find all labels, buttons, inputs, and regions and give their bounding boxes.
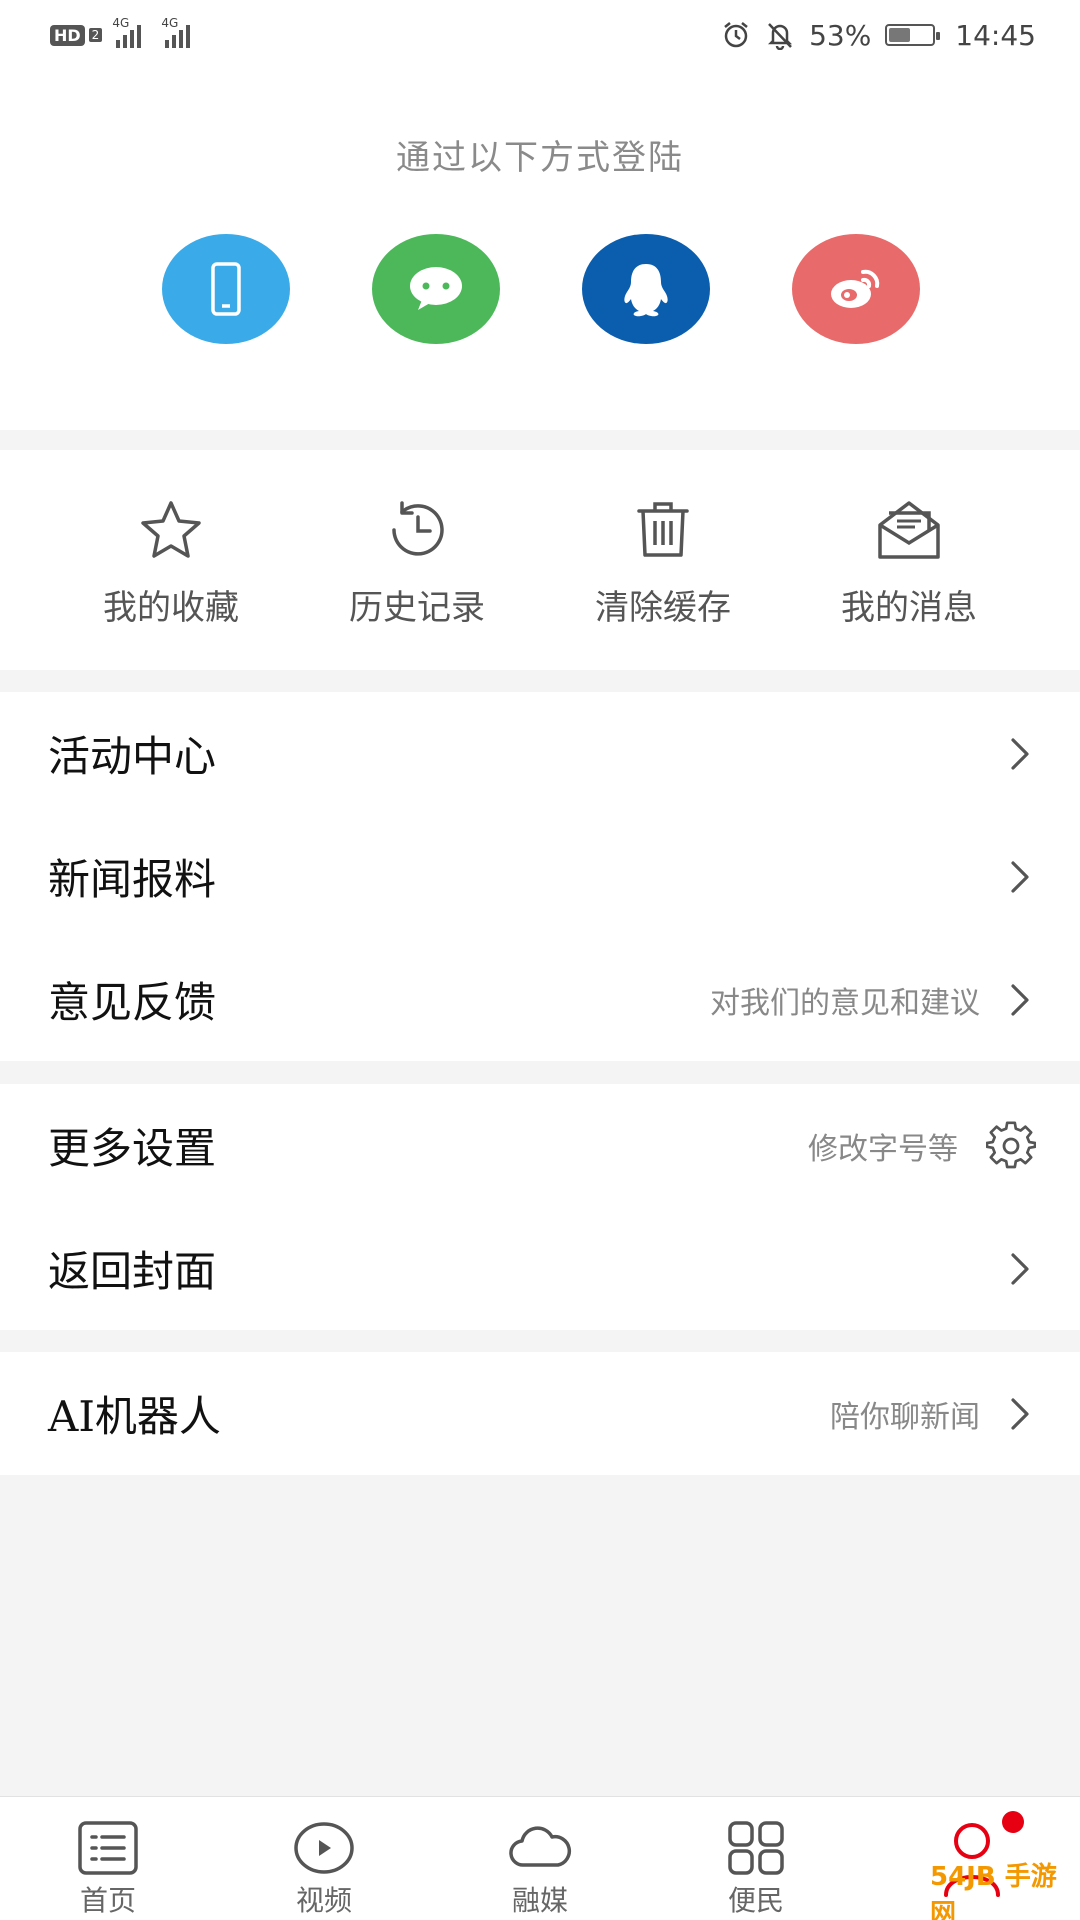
login-weibo-button[interactable]	[792, 234, 920, 344]
menu-title: 意见反馈	[48, 978, 217, 1027]
menu-subtitle: 对我们的意见和建议	[710, 985, 980, 1021]
menu-row-activity-center[interactable]: 活动中心	[0, 692, 1080, 815]
menu-title: 活动中心	[48, 732, 217, 781]
chevron-right-icon	[1008, 1251, 1032, 1287]
clock: 14:45	[955, 18, 1036, 52]
battery-icon	[885, 24, 941, 46]
gear-icon	[985, 1120, 1037, 1171]
battery-fill	[889, 28, 910, 42]
tab-label: 视频	[295, 1884, 352, 1917]
list-icon	[76, 1819, 140, 1877]
phone-icon	[211, 262, 241, 316]
login-title: 通过以下方式登陆	[396, 138, 684, 178]
chevron-right-icon	[1008, 1396, 1032, 1432]
chevron-right-icon	[1008, 982, 1032, 1018]
login-qq-button[interactable]	[582, 234, 710, 344]
tab-home[interactable]: 首页	[0, 1797, 216, 1920]
menu-title: 新闻报料	[48, 855, 217, 904]
play-icon	[292, 1819, 356, 1877]
qq-icon	[624, 264, 668, 317]
tab-services[interactable]: 便民	[648, 1797, 864, 1920]
menu-row-news-tip[interactable]: 新闻报料	[0, 815, 1080, 938]
battery-percent: 53%	[809, 18, 872, 52]
tab-label: 首页	[79, 1884, 136, 1917]
watermark-text: 54JB 手游网	[930, 1862, 1057, 1920]
hd-badge: HD	[50, 24, 85, 46]
menu-row-more-settings[interactable]: 更多设置 修改字号等	[0, 1084, 1080, 1207]
status-right: 53% 14:45	[721, 19, 1036, 52]
wechat-icon	[410, 267, 462, 310]
login-panel: 通过以下方式登陆	[0, 70, 1080, 430]
status-bar: HD 2 4G 4G 53% 14:45	[0, 0, 1080, 70]
signal-icon: 4G	[161, 16, 191, 48]
history-icon	[383, 496, 451, 564]
status-left: HD 2 4G 4G	[50, 16, 191, 48]
sim-number: 2	[88, 28, 103, 42]
watermark: 54JB 手游网	[930, 1862, 1080, 1920]
quick-label: 清除缓存	[595, 588, 731, 628]
quick-label: 历史记录	[349, 588, 485, 628]
menu-row-back-to-cover[interactable]: 返回封面	[0, 1207, 1080, 1330]
quick-favorites[interactable]: 我的收藏	[48, 450, 294, 670]
chevron-right-icon	[1008, 736, 1032, 772]
cloud-icon	[508, 1819, 572, 1877]
menu-group-3: AI机器人 陪你聊新闻	[0, 1352, 1080, 1475]
menu-title: AI机器人	[48, 1392, 221, 1441]
quick-actions: 我的收藏 历史记录 清除缓存 我的消息	[0, 450, 1080, 670]
menu-group-1: 活动中心 新闻报料 意见反馈 对我们的意见和建议	[0, 692, 1080, 1061]
tab-video[interactable]: 视频	[216, 1797, 432, 1920]
menu-title: 返回封面	[48, 1247, 217, 1296]
quick-clear-cache[interactable]: 清除缓存	[540, 450, 786, 670]
tab-label: 融媒	[511, 1884, 568, 1917]
menu-subtitle: 修改字号等	[808, 1131, 958, 1167]
star-icon	[137, 496, 205, 564]
trash-icon	[629, 496, 697, 564]
quick-label: 我的消息	[841, 588, 977, 628]
quick-history[interactable]: 历史记录	[294, 450, 540, 670]
menu-row-ai-robot[interactable]: AI机器人 陪你聊新闻	[0, 1352, 1080, 1475]
alarm-icon	[724, 22, 748, 48]
chevron-right-icon	[1008, 859, 1032, 895]
quick-messages[interactable]: 我的消息	[786, 450, 1032, 670]
mail-icon	[875, 496, 943, 564]
network-label: 4G	[161, 16, 179, 30]
network-label: 4G	[112, 16, 130, 30]
grid-icon	[724, 1819, 788, 1877]
mute-bell-icon	[768, 23, 793, 50]
login-wechat-button[interactable]	[372, 234, 500, 344]
quick-label: 我的收藏	[103, 588, 239, 628]
signal-icon: 4G	[112, 16, 142, 48]
notification-badge	[1002, 1811, 1024, 1833]
menu-row-feedback[interactable]: 意见反馈 对我们的意见和建议	[0, 938, 1080, 1061]
bottom-tab-bar: 首页 视频 融媒 便民	[0, 1796, 1080, 1920]
menu-title: 更多设置	[48, 1124, 217, 1173]
tab-label: 便民	[727, 1884, 784, 1917]
menu-subtitle: 陪你聊新闻	[830, 1399, 980, 1435]
tab-media[interactable]: 融媒	[432, 1797, 648, 1920]
weibo-icon	[831, 269, 880, 308]
menu-group-2: 更多设置 修改字号等 返回封面	[0, 1084, 1080, 1330]
login-phone-button[interactable]	[162, 234, 290, 344]
